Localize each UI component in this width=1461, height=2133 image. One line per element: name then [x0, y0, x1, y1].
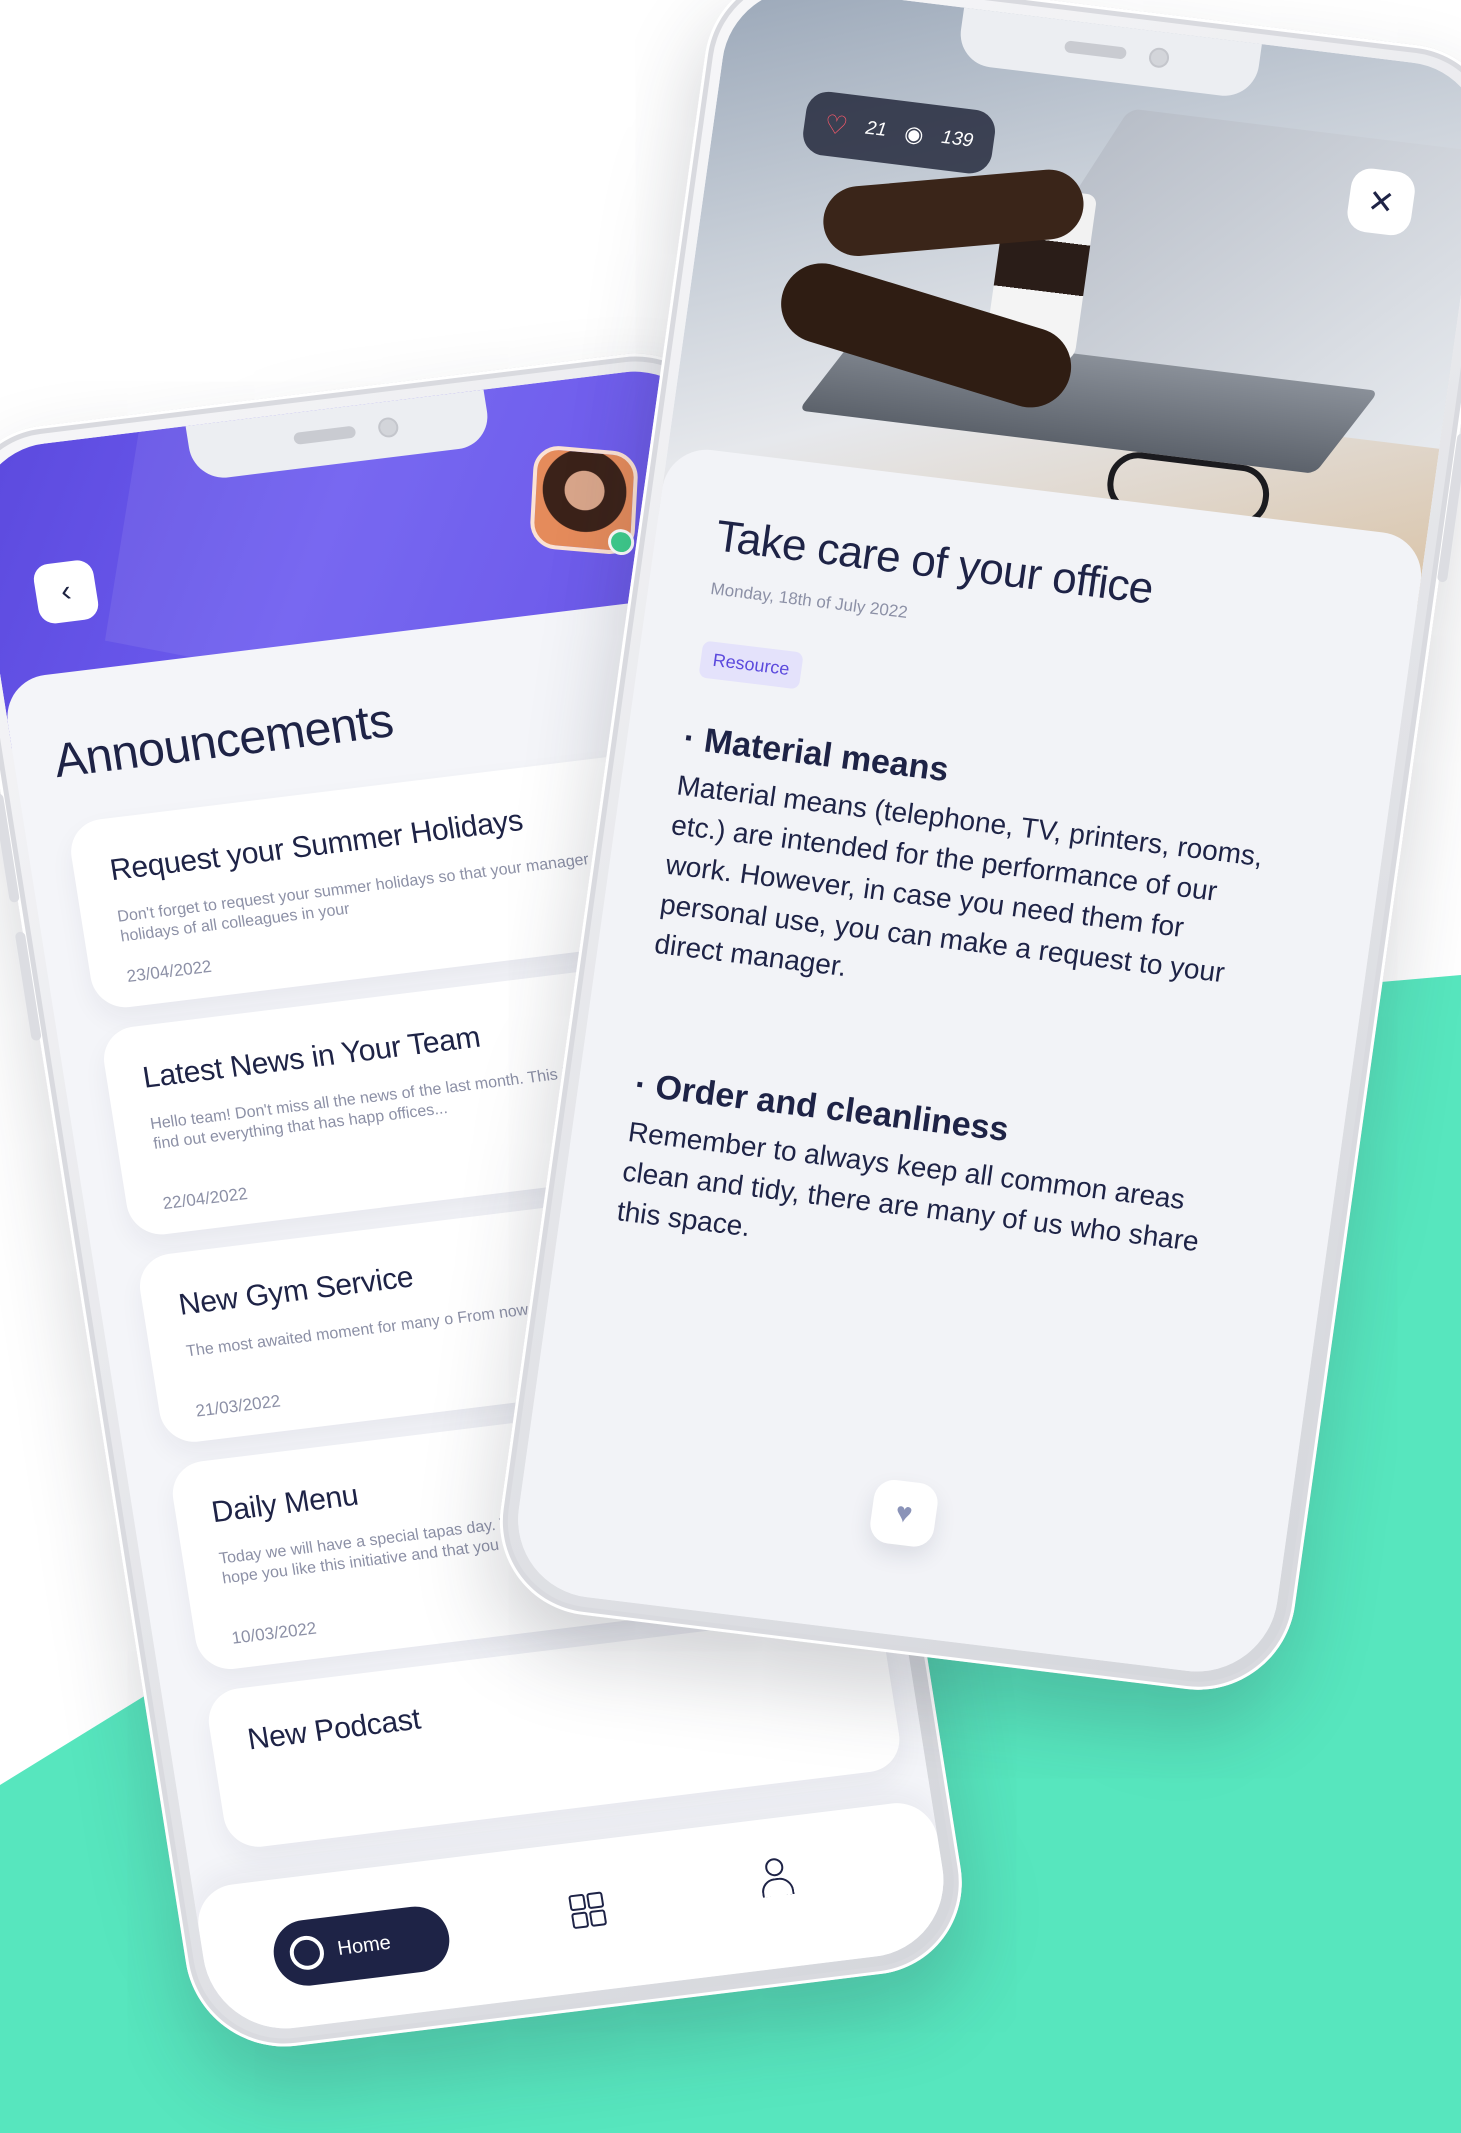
article-section: · Order and cleanliness Remember to alwa…: [614, 1066, 1233, 1305]
chevron-left-icon: ‹: [58, 574, 74, 609]
article-content: Take care of your office Monday, 18th of…: [507, 444, 1427, 1681]
eye-icon: ◉: [902, 120, 926, 148]
announcement-date: 21/03/2022: [194, 1391, 282, 1421]
tab-home-label: Home: [335, 1931, 393, 1960]
announcement-date: 23/04/2022: [125, 956, 213, 986]
heart-filled-icon: ♥: [893, 1496, 915, 1530]
front-camera: [376, 416, 400, 439]
like-button[interactable]: ♥: [867, 1477, 941, 1549]
announcement-date: 10/03/2022: [230, 1618, 318, 1648]
views-count: 139: [940, 126, 975, 152]
likes-count: 21: [864, 117, 889, 141]
announcement-title: New Gym Service: [176, 1260, 416, 1322]
user-icon[interactable]: [755, 1857, 795, 1900]
home-hexagon-icon: [287, 1933, 327, 1972]
tab-home[interactable]: Home: [268, 1902, 455, 1990]
front-camera: [1147, 46, 1171, 69]
close-icon: ✕: [1365, 182, 1397, 222]
announcement-title: Daily Menu: [209, 1478, 361, 1530]
avatar[interactable]: [529, 444, 640, 557]
heart-outline-icon: ♡: [822, 108, 850, 141]
grid-icon[interactable]: [568, 1891, 608, 1930]
category-badge: Resource: [698, 640, 804, 690]
article-date: Monday, 18th of July 2022: [709, 579, 909, 623]
announcement-title: New Podcast: [245, 1702, 423, 1757]
page-title: Announcements: [50, 694, 397, 789]
announcement-date: 22/04/2022: [161, 1183, 249, 1214]
close-button[interactable]: ✕: [1344, 166, 1418, 238]
back-button[interactable]: ‹: [31, 558, 101, 626]
article-section: · Material means Material means (telepho…: [652, 719, 1282, 1037]
earpiece-speaker: [292, 425, 357, 445]
earpiece-speaker: [1063, 40, 1128, 60]
